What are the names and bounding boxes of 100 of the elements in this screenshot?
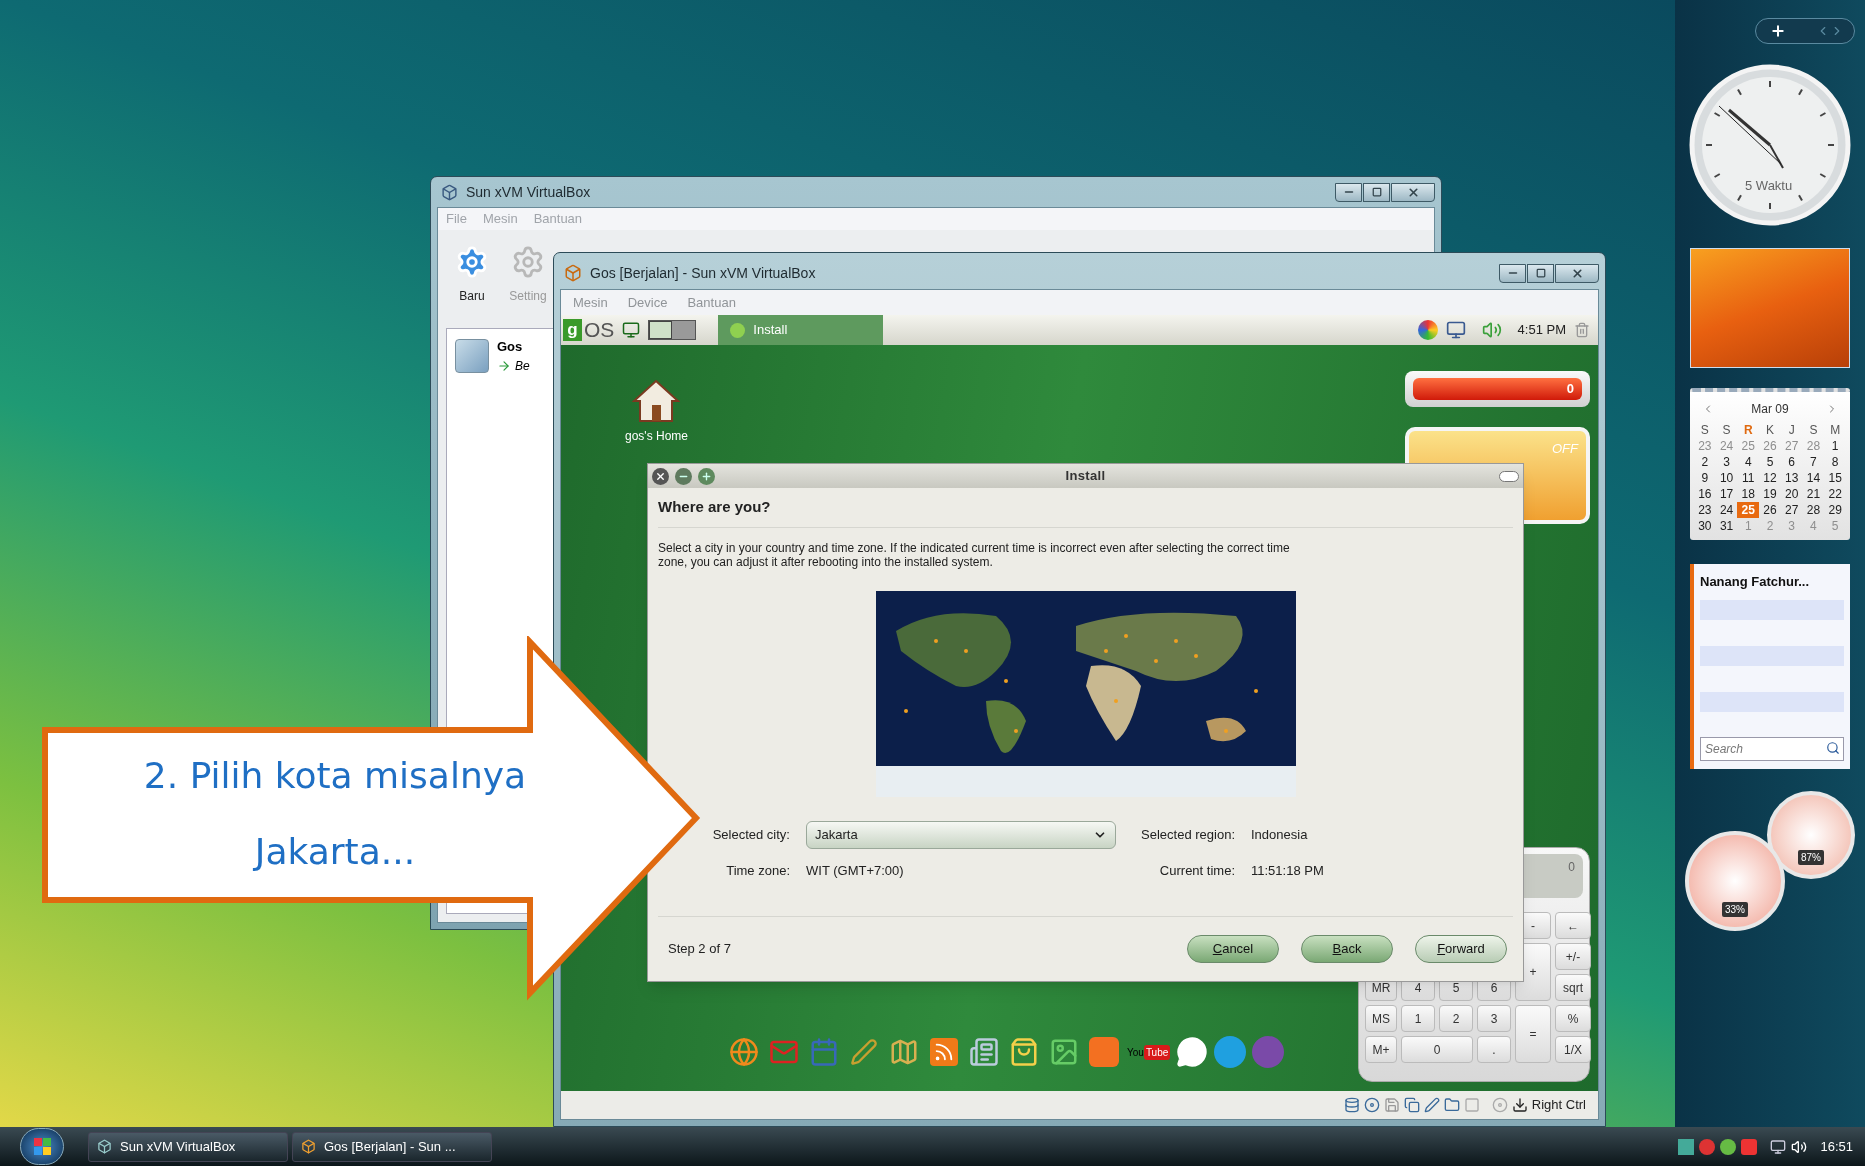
calendar-day[interactable]: 14 <box>1802 470 1825 486</box>
calendar-day[interactable]: 18 <box>1737 486 1760 502</box>
calendar-day[interactable]: 27 <box>1780 502 1803 518</box>
calculator-key[interactable]: = <box>1515 1005 1551 1063</box>
minimize-button[interactable] <box>1499 263 1526 283</box>
running-arrow-icon <box>497 358 511 373</box>
calendar-day[interactable]: 5 <box>1759 454 1781 470</box>
add-gadget-icon[interactable] <box>1770 23 1786 39</box>
workspace-switcher[interactable] <box>648 320 697 340</box>
calendar-day[interactable]: 10 <box>1715 470 1738 486</box>
calendar-day[interactable]: 11 <box>1737 470 1760 486</box>
maximize-button[interactable] <box>1527 263 1554 283</box>
vm-list-item[interactable]: Gos Be <box>447 329 547 383</box>
calendar-day[interactable]: 24 <box>1715 502 1738 518</box>
calculator-key[interactable]: MS <box>1365 1005 1397 1032</box>
minimize-button[interactable] <box>675 467 692 485</box>
volume-icon[interactable] <box>1791 1138 1808 1155</box>
calendar-day[interactable]: 2 <box>1694 454 1716 470</box>
calculator-key[interactable]: 3 <box>1477 1005 1511 1032</box>
search-field[interactable]: Search <box>1700 737 1844 761</box>
workspace-thumbnail[interactable] <box>672 321 696 339</box>
cube-icon <box>301 1139 316 1154</box>
calendar-day[interactable]: 4 <box>1737 454 1760 470</box>
calculator-key[interactable]: 0 <box>1401 1036 1473 1063</box>
calendar-day[interactable]: 6 <box>1780 454 1803 470</box>
contact-name: Nanang Fatchur... <box>1700 573 1811 591</box>
newspaper-icon[interactable] <box>967 1035 1001 1069</box>
taskbar-button[interactable]: Sun xVM VirtualBox <box>88 1131 288 1162</box>
calendar-day[interactable]: 9 <box>1694 470 1716 486</box>
dialog-button[interactable]: Back <box>1301 935 1393 963</box>
workspace-thumbnail[interactable] <box>649 321 673 339</box>
start-button[interactable] <box>20 1128 64 1165</box>
close-button[interactable] <box>1391 182 1435 202</box>
calculator-key[interactable]: 1 <box>1401 1005 1435 1032</box>
dialog-heading: Where are you? <box>658 497 772 517</box>
minimize-button[interactable] <box>1335 182 1362 202</box>
tray-monitor-icon[interactable] <box>1770 1138 1787 1155</box>
calendar-day[interactable]: 30 <box>1694 518 1716 534</box>
circle-icon <box>1491 1097 1508 1113</box>
toolbar-button[interactable]: Baru <box>446 245 498 305</box>
window-title: Sun xVM VirtualBox <box>466 182 591 202</box>
maximize-button[interactable] <box>1363 182 1390 202</box>
calendar-day[interactable]: 29 <box>1824 502 1846 518</box>
globe-icon[interactable] <box>727 1035 761 1069</box>
calendar-day[interactable]: 1 <box>1824 438 1846 454</box>
calendar-day[interactable]: 22 <box>1824 486 1846 502</box>
disc-icon <box>1363 1097 1380 1113</box>
panel-clock: 4:51 PM <box>1517 321 1566 340</box>
taskbar-button[interactable]: Gos [Berjalan] - Sun ... <box>292 1131 492 1162</box>
calendar-day[interactable]: 19 <box>1759 486 1781 502</box>
dialog-button[interactable]: Cancel <box>1187 935 1279 963</box>
calculator-key[interactable]: sqrt <box>1555 974 1591 1001</box>
calendar-day[interactable]: 12 <box>1759 470 1781 486</box>
calculator-key[interactable]: ← <box>1555 912 1591 939</box>
close-icon <box>1406 185 1420 199</box>
hard-disk-icon <box>1343 1097 1360 1113</box>
search-icon[interactable] <box>1826 741 1840 755</box>
field-value: WIT (GMT+7:00) <box>806 861 905 880</box>
shade-button[interactable] <box>1499 470 1519 482</box>
maximize-button[interactable] <box>698 467 715 485</box>
tray-app-icon[interactable] <box>1741 1138 1758 1155</box>
calendar-day[interactable]: 26 <box>1759 502 1781 518</box>
calendar-day[interactable]: 7 <box>1802 454 1825 470</box>
weekday-label: S <box>1721 422 1732 438</box>
close-button[interactable] <box>1555 263 1599 283</box>
weekday-label: K <box>1765 422 1775 438</box>
field-label: Selected region: <box>1140 825 1235 844</box>
calendar-day[interactable]: 8 <box>1824 454 1846 470</box>
calendar-day[interactable]: 23 <box>1694 502 1716 518</box>
weekday-label: S <box>1808 422 1819 438</box>
calendar-day[interactable]: 15 <box>1824 470 1846 486</box>
cube-icon <box>441 183 458 201</box>
window-title: Gos [Berjalan] - Sun xVM VirtualBox <box>590 263 816 283</box>
maximize-icon <box>1535 268 1546 278</box>
calendar-day[interactable]: 16 <box>1694 486 1716 502</box>
calendar-day[interactable]: 21 <box>1802 486 1825 502</box>
calendar-day[interactable]: 17 <box>1715 486 1738 502</box>
rss-icon[interactable] <box>927 1035 961 1069</box>
calculator-key[interactable]: +/- <box>1555 943 1591 970</box>
calculator-key[interactable]: % <box>1555 1005 1591 1032</box>
calculator-key[interactable]: . <box>1477 1036 1511 1063</box>
calendar-day[interactable]: 20 <box>1780 486 1803 502</box>
field-value: Indonesia <box>1251 825 1309 844</box>
calendar-day[interactable]: 13 <box>1780 470 1803 486</box>
close-button[interactable] <box>652 467 669 485</box>
field-label: Current time: <box>1158 861 1235 880</box>
city-combo-box[interactable]: Jakarta <box>806 820 1116 849</box>
calendar-day[interactable]: 31 <box>1715 518 1738 534</box>
taskbar-clock[interactable]: 16:51 <box>1820 1136 1853 1157</box>
desktop-icon-label[interactable]: gos's Home <box>625 427 688 445</box>
folder-icon <box>1443 1097 1460 1113</box>
calculator-key[interactable]: 2 <box>1439 1005 1473 1032</box>
callout-text: Jakarta... <box>254 830 416 874</box>
speech-bubble-icon[interactable] <box>1176 1036 1209 1068</box>
vm-name: Gos <box>497 338 524 356</box>
calculator-key[interactable]: M+ <box>1365 1036 1397 1063</box>
calendar-day[interactable]: 3 <box>1715 454 1738 470</box>
dialog-button[interactable]: Forward <box>1415 935 1507 963</box>
calculator-key[interactable]: 1/X <box>1555 1036 1591 1063</box>
calendar-day[interactable]: 28 <box>1802 502 1825 518</box>
